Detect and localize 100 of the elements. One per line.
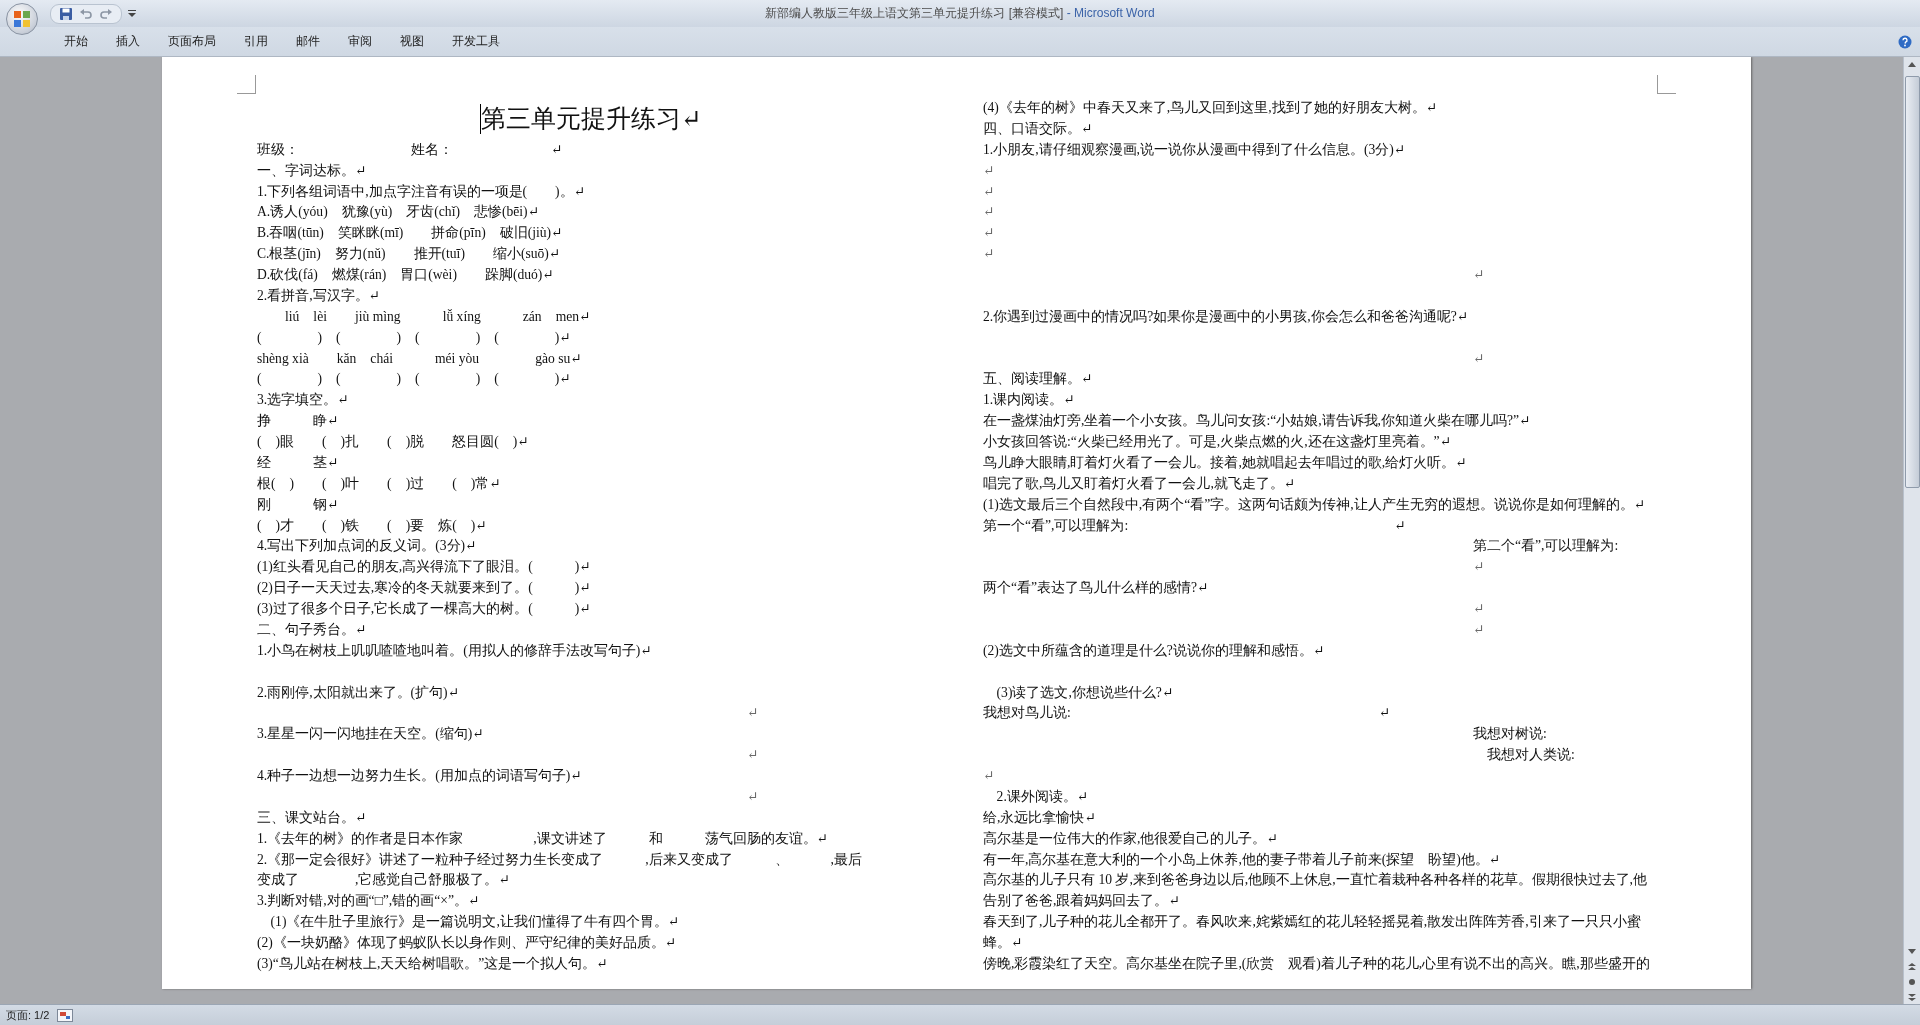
scroll-down-icon[interactable] xyxy=(1908,949,1916,954)
ribbon-tab[interactable]: 开发工具 xyxy=(438,30,514,53)
text-cursor xyxy=(479,103,481,134)
office-logo-icon xyxy=(13,10,31,28)
paragraph-mark: ↵ xyxy=(983,161,995,180)
text-line: 第二个“看”,可以理解为: xyxy=(1472,537,1619,556)
text-line: ( ) ( ) ( ) ( )↵ xyxy=(257,370,571,389)
text-line: 高尔基的儿子只有 10 岁,来到爸爸身边以后,他顾不上休息,一直忙着栽种各种各样的花草。假期很快过去了,他 xyxy=(983,871,1647,890)
text-line: 挣 睁↵ xyxy=(257,412,339,431)
text-line: A.诱人(yóu) 犹豫(yù) 牙齿(chǐ) 悲惨(bēi)↵ xyxy=(257,203,540,222)
text-line: (3)过了很多个日子,它长成了一棵高大的树。( )↵ xyxy=(257,600,591,618)
ribbon-tab[interactable]: 审阅 xyxy=(334,30,386,53)
text-line: 三、课文站台。↵ xyxy=(257,808,367,827)
text-line: 我想对树说: xyxy=(1472,725,1547,744)
text-line: 2.课外阅读。↵ xyxy=(996,787,1089,806)
ribbon-tab[interactable]: 视图 xyxy=(386,30,438,53)
text-line: 高尔基是一位伟大的作家,他很爱自己的儿子。↵ xyxy=(983,829,1278,848)
text-line: (1)《在牛肚子里旅行》是一篇说明文,让我们懂得了牛有四个胃。↵ xyxy=(270,913,680,932)
text-line: 五、阅读理解。↵ xyxy=(983,370,1093,389)
text-line: 2.雨刚停,太阳就出来了。(扩句)↵ xyxy=(257,683,460,702)
text-line: (4)《去年的树》中春天又来了,鸟儿又回到这里,找到了她的好朋友大树。↵ xyxy=(983,99,1438,117)
paragraph-mark: ↵ xyxy=(983,767,995,785)
app-name: - Microsoft Word xyxy=(1066,6,1155,20)
paragraph-mark: ↵ xyxy=(983,224,995,243)
vertical-scrollbar[interactable] xyxy=(1903,57,1920,1004)
paragraph-mark: ↵ xyxy=(983,203,995,222)
window-title: 新部编人教版三年级上语文第三单元提升练习 [兼容模式] xyxy=(765,6,1064,20)
text-line: 班级： 姓名： ↵ xyxy=(257,140,563,159)
text-line: 经 茎↵ xyxy=(257,453,339,472)
text-line: 3.判断对错,对的画“□”,错的画“×”。↵ xyxy=(257,892,480,911)
text-line: 鸟儿睁大眼睛,盯着灯火看了一会儿。接着,她就唱起去年唱过的歌,给灯火听。↵ xyxy=(983,453,1467,472)
text-line: 四、口语交际。↵ xyxy=(983,119,1093,138)
paragraph-mark: ↵ xyxy=(1472,349,1485,368)
text-line: 2.你遇到过漫画中的情况吗?如果你是漫画中的小男孩,你会怎么和爸爸沟通呢?↵ xyxy=(983,307,1469,326)
text-line: 我想对鸟儿说: ↵ xyxy=(983,704,1391,723)
text-line: D.砍伐(fá) 燃煤(rán) 胃口(wèi) 跺脚(duó)↵ xyxy=(257,266,554,284)
paragraph-mark: ↵ xyxy=(746,787,759,806)
text-line: (2)《一块奶酪》体现了蚂蚁队长以身作则、严守纪律的美好品质。↵ xyxy=(257,934,677,952)
page-count[interactable]: 页面: 1/2 xyxy=(6,1008,50,1023)
text-line: 1.课内阅读。↵ xyxy=(983,391,1075,410)
text-line: 根( ) ( )叶 ( )过 ( )常↵ xyxy=(257,474,501,493)
office-button[interactable] xyxy=(6,3,38,35)
text-line: 告别了爸爸,跟着妈妈回去了。↵ xyxy=(983,892,1180,911)
text-line: 第一个“看”,可以理解为: ↵ xyxy=(983,516,1406,535)
text-line: 2.《那一定会很好》讲述了一粒种子经过努力生长变成了 ,后来又变成了 、 ,最后 xyxy=(257,850,862,869)
text-line: 4.写出下列加点词的反义词。(3分)↵ xyxy=(257,537,477,556)
scroll-thumb[interactable] xyxy=(1904,76,1920,488)
text-line: (2)日子一天天过去,寒冷的冬天就要来到了。( )↵ xyxy=(257,579,591,598)
text-line: C.根茎(jīn) 努力(nǔ) 推开(tuī) 缩小(suō)↵ xyxy=(257,245,561,264)
language-icon[interactable] xyxy=(57,1009,74,1022)
text-line: ( )才 ( )铁 ( )要 炼( )↵ xyxy=(257,516,487,535)
paragraph-mark: ↵ xyxy=(746,746,759,765)
text-line: 在一盏煤油灯旁,坐着一个小女孩。鸟儿问女孩:“小姑娘,请告诉我,你知道火柴在哪儿吗?”↵ xyxy=(983,412,1531,431)
text-line: 春天到了,儿子种的花儿全都开了。春风吹来,姹紫嫣红的花儿轻轻摇晃着,散发出阵阵芳香,引来了一只只小蜜 xyxy=(983,913,1641,932)
text-line: 变成了 ,它感觉自己舒服极了。↵ xyxy=(257,871,510,890)
text-line: 1.下列各组词语中,加点字注音有误的一项是( )。↵ xyxy=(257,182,586,201)
text-line: 2.看拼音,写汉字。↵ xyxy=(257,286,380,305)
text-line: 有一年,高尔基在意大利的一个小岛上休养,他的妻子带着儿子前来(探望 盼望)他。↵ xyxy=(983,850,1501,869)
ribbon-tab[interactable]: 邮件 xyxy=(282,30,334,53)
text-line: 4.种子一边想一边努力生长。(用加点的词语写句子)↵ xyxy=(257,767,582,785)
scroll-up-icon[interactable] xyxy=(1908,62,1916,67)
text-line: 小女孩回答说:“火柴已经用光了。可是,火柴点燃的火,还在这盏灯里亮着。”↵ xyxy=(983,433,1452,451)
text-line: (2)选文中所蕴含的道理是什么?说说你的理解和感悟。↵ xyxy=(983,641,1325,660)
redo-icon[interactable] xyxy=(99,6,113,21)
ribbon-tab[interactable]: 页面布局 xyxy=(154,30,230,53)
text-line: (1)红头看见自己的朋友,高兴得流下了眼泪。( )↵ xyxy=(257,558,591,577)
paragraph-mark: ↵ xyxy=(983,245,995,264)
text-line: 刚 钢↵ xyxy=(257,495,339,514)
text-line: (3)读了选文,你想说些什么?↵ xyxy=(996,683,1174,702)
text-line: 唱完了歌,鸟儿又盯着灯火看了一会儿,就飞走了。↵ xyxy=(983,474,1296,493)
text-line: ( ) ( ) ( ) ( )↵ xyxy=(257,328,571,347)
text-line: 一、字词达标。↵ xyxy=(257,161,367,180)
paragraph-mark: ↵ xyxy=(1472,600,1485,618)
paragraph-mark: ↵ xyxy=(746,704,759,723)
dropdown-caret-icon[interactable] xyxy=(128,9,136,18)
next-page-icon[interactable] xyxy=(1908,992,1916,1001)
previous-page-icon[interactable] xyxy=(1908,962,1916,971)
text-line: 3.星星一闪一闪地挂在天空。(缩句)↵ xyxy=(257,725,484,744)
paragraph-mark: ↵ xyxy=(983,182,995,201)
text-line: 1.小鸟在树枝上叽叽喳喳地叫着。(用拟人的修辞手法改写句子)↵ xyxy=(257,641,652,660)
save-icon[interactable] xyxy=(59,6,73,21)
ribbon-tab[interactable]: 插入 xyxy=(102,30,154,53)
ribbon-tab[interactable]: 开始 xyxy=(50,30,102,53)
text-line: 给,永远比拿愉快↵ xyxy=(983,808,1096,827)
text-line: 我想对人类说: xyxy=(1486,746,1575,765)
crop-mark xyxy=(1657,75,1676,94)
crop-mark xyxy=(237,75,256,94)
help-icon[interactable] xyxy=(1898,34,1912,49)
text-line: B.吞咽(tūn) 笑眯眯(mī) 拼命(pīn) 破旧(jiù)↵ xyxy=(257,224,563,243)
browse-object-icon[interactable] xyxy=(1908,977,1916,986)
paragraph-mark: ↵ xyxy=(1472,620,1485,639)
ribbon-tab[interactable]: 引用 xyxy=(230,30,282,53)
text-line: 两个“看”表达了鸟儿什么样的感情?↵ xyxy=(983,579,1209,598)
text-line: 二、句子秀台。↵ xyxy=(257,620,367,639)
text-line: 蜂。↵ xyxy=(983,934,1023,952)
undo-icon[interactable] xyxy=(79,6,93,21)
text-line: (3)“鸟儿站在树枝上,天天给树唱歌。”这是一个拟人句。↵ xyxy=(257,954,608,973)
document-title: 第三单元提升练习↵ xyxy=(480,103,702,134)
paragraph-mark: ↵ xyxy=(1472,266,1485,284)
text-line: 1.小朋友,请仔细观察漫画,说一说你从漫画中得到了什么信息。(3分)↵ xyxy=(983,140,1406,159)
